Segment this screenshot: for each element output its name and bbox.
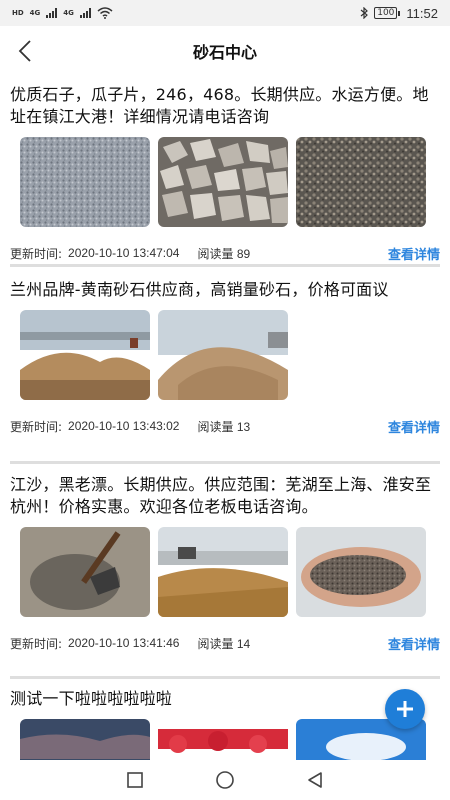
battery-level: 100 — [374, 7, 398, 19]
update-time-label: 更新时间: — [10, 246, 63, 261]
post-images — [10, 527, 440, 617]
update-time: 2020-10-10 13:41:46 — [68, 636, 180, 650]
back-button[interactable] — [8, 34, 42, 68]
update-time: 2020-10-10 13:43:02 — [68, 419, 180, 433]
sand-pile-image[interactable] — [20, 310, 150, 400]
back-triangle-icon — [308, 772, 322, 788]
gravel-mixed-image[interactable] — [296, 137, 426, 227]
divider — [10, 461, 440, 464]
hd-tag: HD — [12, 8, 24, 17]
post-item[interactable]: 江沙，黑老漂。长期供应。供应范围：芜湖至上海、淮安至杭州！价格实惠。欢迎各位老板… — [0, 474, 450, 653]
post-list[interactable]: 优质石子，瓜子片，246，468。长期供应。水运方便。地址在镇江大港！详细情况请… — [0, 76, 450, 760]
network-4g-tag: 4G — [29, 8, 41, 17]
clock: 11:52 — [406, 5, 438, 21]
chevron-left-icon — [18, 40, 31, 62]
post-meta: 更新时间: 2020-10-10 13:41:46 阅读量 14 查看详情 — [10, 634, 440, 653]
post-item[interactable]: 优质石子，瓜子片，246，468。长期供应。水运方便。地址在镇江大港！详细情况请… — [0, 84, 450, 263]
post-images — [10, 310, 440, 400]
crushed-stone-image[interactable] — [158, 137, 288, 227]
read-count: 阅读量 89 — [197, 246, 251, 261]
divider — [10, 264, 440, 267]
update-time-label: 更新时间: — [10, 636, 63, 651]
sky-image[interactable] — [20, 719, 150, 760]
recent-apps-button[interactable] — [120, 765, 150, 795]
post-item[interactable]: 测试一下啦啦啦啦啦啦 — [0, 688, 450, 760]
river-sand-image[interactable] — [158, 527, 288, 617]
post-text: 江沙，黑老漂。长期供应。供应范围：芜湖至上海、淮安至杭州！价格实惠。欢迎各位老板… — [10, 475, 432, 516]
post-text: 兰州品牌-黄南砂石供应商，高销量砂石，价格可面议 — [10, 280, 389, 299]
post-images — [10, 137, 440, 227]
system-back-button[interactable] — [300, 765, 330, 795]
gravel-fine-image[interactable] — [20, 137, 150, 227]
post-text: 测试一下啦啦啦啦啦啦 — [10, 689, 173, 708]
signal-icon — [46, 8, 58, 18]
post-meta: 更新时间: 2020-10-10 13:43:02 阅读量 13 查看详情 — [10, 417, 440, 436]
status-bar: HD 4G 4G 100 11:52 — [0, 0, 450, 26]
sand-mound-image[interactable] — [158, 310, 288, 400]
sand-shovel-image[interactable] — [20, 527, 150, 617]
post-text: 优质石子，瓜子片，246，468。长期供应。水运方便。地址在镇江大港！详细情况请… — [10, 85, 429, 126]
view-detail-link[interactable]: 查看详情 — [388, 634, 440, 653]
add-post-button[interactable] — [385, 689, 425, 729]
black-sand-hand-image[interactable] — [296, 527, 426, 617]
nav-bar: 砂石中心 — [0, 26, 450, 76]
read-count: 阅读量 14 — [197, 636, 251, 651]
post-meta: 更新时间: 2020-10-10 13:47:04 阅读量 89 查看详情 — [10, 244, 440, 263]
red-flowers-image[interactable] — [158, 719, 288, 760]
plus-icon — [397, 701, 413, 717]
home-icon — [216, 771, 234, 789]
bluetooth-icon — [360, 7, 369, 19]
signal-icon-2 — [79, 8, 91, 18]
network-4g-tag-2: 4G — [63, 8, 74, 17]
divider — [10, 676, 440, 679]
status-right: 100 11:52 — [360, 6, 438, 21]
post-images — [10, 719, 440, 760]
post-item[interactable]: 兰州品牌-黄南砂石供应商，高销量砂石，价格可面议 更新时间: 2020-10-1… — [0, 279, 450, 436]
update-time: 2020-10-10 13:47:04 — [68, 246, 180, 260]
page-title: 砂石中心 — [192, 43, 257, 62]
view-detail-link[interactable]: 查看详情 — [388, 417, 440, 436]
read-count: 阅读量 13 — [197, 419, 251, 434]
battery-icon: 100 — [374, 7, 401, 19]
home-button[interactable] — [210, 765, 240, 795]
update-time-label: 更新时间: — [10, 419, 63, 434]
view-detail-link[interactable]: 查看详情 — [388, 244, 440, 263]
wifi-icon — [97, 7, 113, 19]
system-nav-bar — [0, 760, 450, 800]
recent-apps-icon — [127, 772, 143, 788]
status-left: HD 4G 4G — [12, 7, 113, 19]
